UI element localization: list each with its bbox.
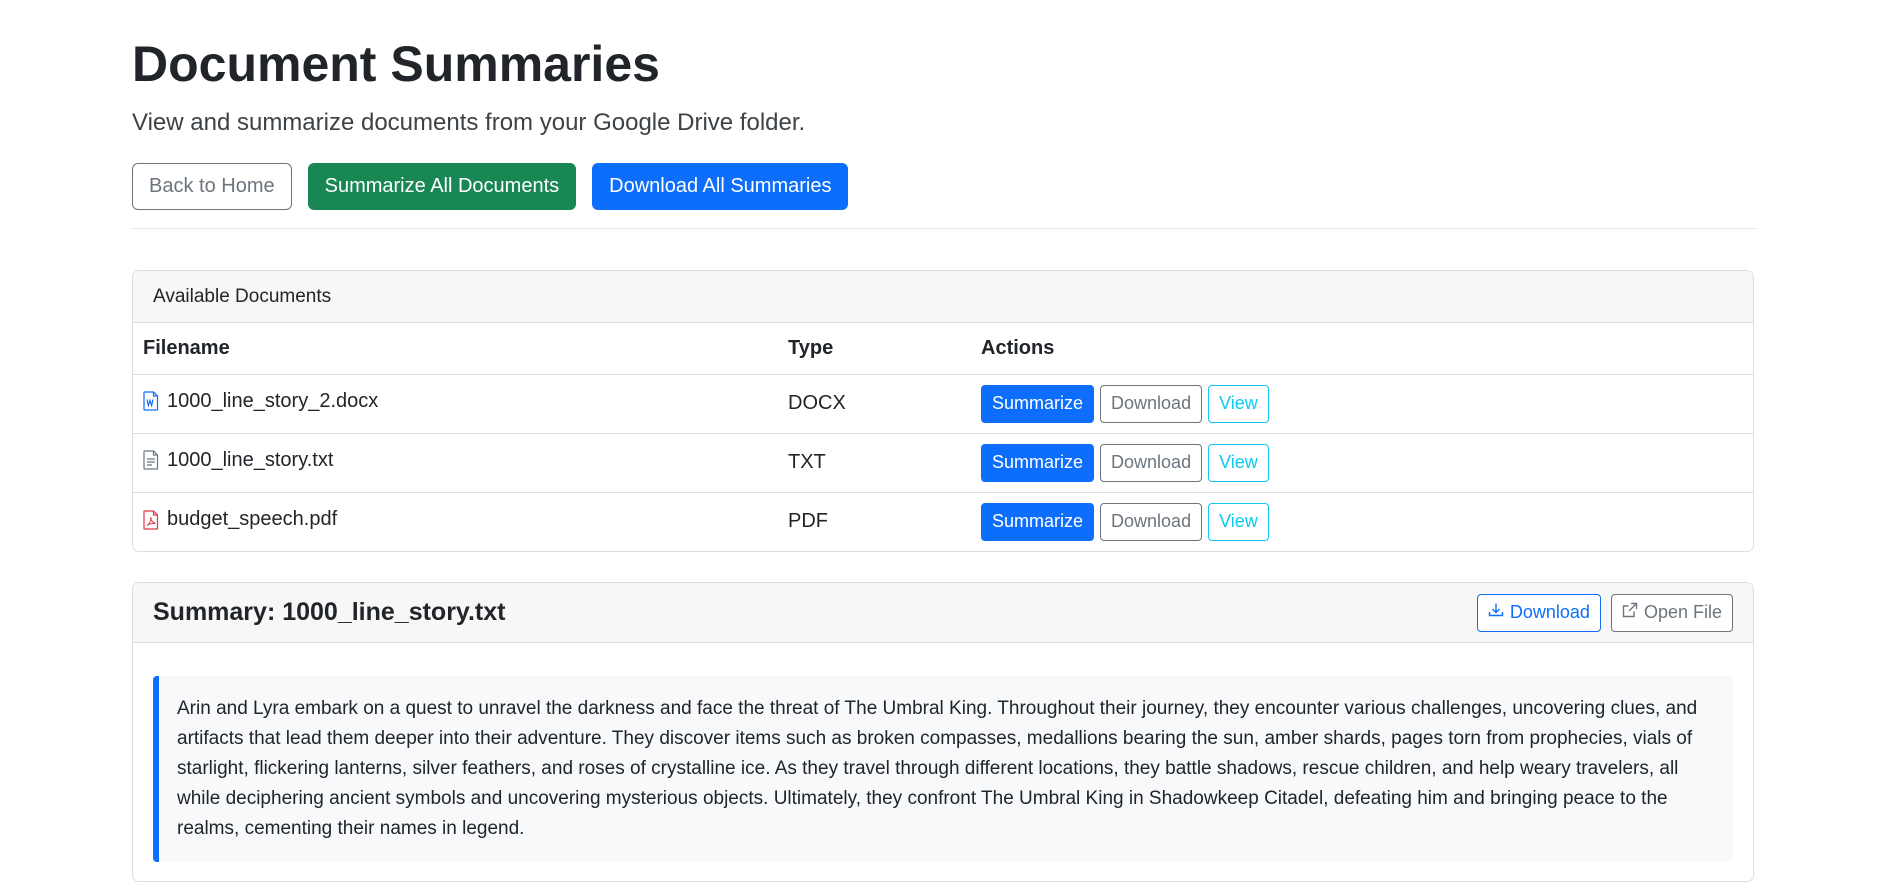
download-button[interactable]: Download bbox=[1100, 384, 1203, 423]
external-link-icon bbox=[1622, 602, 1638, 623]
summary-actions: Download Open File bbox=[1476, 593, 1733, 632]
summary-download-label: Download bbox=[1509, 602, 1590, 622]
text-file-icon bbox=[143, 450, 159, 470]
type-cell: DOCX bbox=[788, 392, 846, 414]
column-header-type: Type bbox=[778, 323, 971, 375]
table-row: 1000_line_story.txt TXT Summarize Downlo… bbox=[133, 432, 1753, 492]
view-button[interactable]: View bbox=[1208, 443, 1269, 482]
filename-cell: 1000_line_story.txt bbox=[133, 432, 778, 492]
table-header-row: Filename Type Actions bbox=[133, 323, 1753, 375]
view-button[interactable]: View bbox=[1208, 384, 1269, 423]
download-button[interactable]: Download bbox=[1100, 443, 1203, 482]
open-file-button[interactable]: Open File bbox=[1610, 593, 1733, 632]
filename-text: budget_speech.pdf bbox=[167, 508, 338, 530]
summary-title: Summary: 1000_line_story.txt bbox=[153, 598, 506, 626]
table-row: 1000_line_story_2.docx DOCX Summarize Do… bbox=[133, 374, 1753, 433]
filename-cell: 1000_line_story_2.docx bbox=[133, 374, 778, 433]
view-button[interactable]: View bbox=[1208, 502, 1269, 541]
filename-text: 1000_line_story.txt bbox=[167, 448, 334, 471]
summarize-button[interactable]: Summarize bbox=[981, 384, 1095, 423]
download-button[interactable]: Download bbox=[1100, 502, 1203, 541]
divider bbox=[132, 228, 1756, 229]
type-cell: TXT bbox=[778, 432, 971, 492]
column-header-filename: Filename bbox=[133, 323, 778, 375]
column-header-actions: Actions bbox=[971, 323, 1753, 375]
page-subtitle: View and summarize documents from your G… bbox=[132, 109, 806, 136]
back-home-button[interactable]: Back to Home bbox=[132, 163, 292, 210]
pdf-file-icon bbox=[143, 509, 159, 530]
word-file-icon bbox=[143, 391, 159, 411]
summary-card-header: Summary: 1000_line_story.txt Download Op… bbox=[133, 583, 1753, 643]
filename-cell: budget_speech.pdf bbox=[133, 491, 778, 551]
summary-download-button[interactable]: Download bbox=[1476, 593, 1601, 632]
type-cell: PDF bbox=[778, 491, 971, 551]
summary-text: Arin and Lyra embark on a quest to unrav… bbox=[153, 676, 1733, 862]
open-file-label: Open File bbox=[1643, 602, 1722, 622]
top-actions: Back to Home Summarize All Documents Dow… bbox=[132, 163, 849, 210]
summarize-all-button[interactable]: Summarize All Documents bbox=[307, 163, 577, 210]
filename-text: 1000_line_story_2.docx bbox=[167, 389, 379, 412]
summary-body: Arin and Lyra embark on a quest to unrav… bbox=[133, 643, 1753, 862]
actions-cell: Summarize Download View bbox=[971, 374, 1753, 433]
table-row: budget_speech.pdf PDF Summarize Download… bbox=[133, 491, 1753, 551]
page-title: Document Summaries bbox=[132, 36, 660, 92]
documents-card-header: Available Documents bbox=[133, 271, 1753, 323]
summarize-button[interactable]: Summarize bbox=[981, 443, 1095, 482]
documents-card: Available Documents Filename Type Action… bbox=[132, 270, 1754, 552]
documents-table: Filename Type Actions 1000_line_story_2.… bbox=[133, 323, 1753, 551]
summary-card: Summary: 1000_line_story.txt Download Op… bbox=[132, 582, 1754, 882]
summarize-button[interactable]: Summarize bbox=[981, 502, 1095, 541]
download-icon bbox=[1488, 602, 1504, 623]
download-all-summaries-button[interactable]: Download All Summaries bbox=[592, 163, 849, 210]
actions-cell: Summarize Download View bbox=[971, 432, 1753, 492]
actions-cell: Summarize Download View bbox=[971, 491, 1753, 551]
